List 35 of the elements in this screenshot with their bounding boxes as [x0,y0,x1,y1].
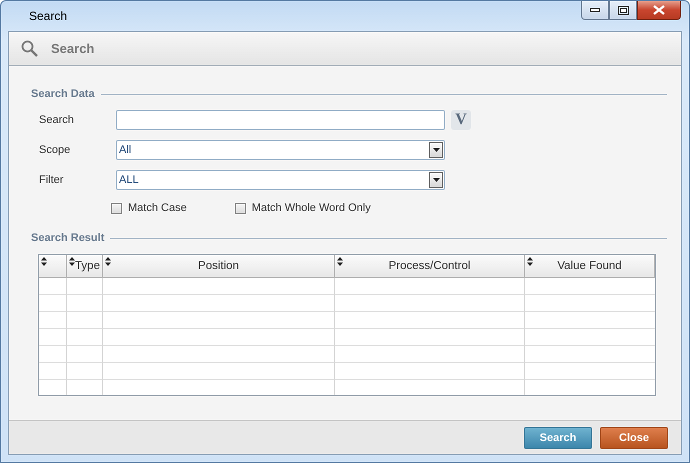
column-header[interactable]: Position [103,255,335,278]
sort-icon[interactable] [337,257,343,266]
dropdown-arrow-icon [432,148,440,152]
close-icon [653,5,665,15]
checkbox[interactable] [111,202,122,214]
sort-icon[interactable] [41,257,47,266]
dropdown[interactable]: ALL [116,170,445,190]
checkbox-label: Match Whole Word Only [252,202,371,214]
search-icon [21,40,38,57]
maximize-icon [618,6,628,14]
section-title: Search Data [31,88,95,100]
panel-title: Search [51,41,94,56]
column-header[interactable]: Value Found [525,255,655,278]
close-button[interactable]: Close [600,426,668,448]
field-label: Search [39,114,75,126]
sort-icon[interactable] [527,257,533,266]
close-button[interactable] [637,1,681,20]
checkbox-label: Match Case [128,202,187,214]
minimize-button[interactable] [581,1,609,20]
section-title: Search Result [31,232,104,244]
maximize-button[interactable] [609,1,637,20]
v-button[interactable]: V [451,110,471,130]
column-header[interactable] [39,255,67,278]
window-title: Search [29,8,68,22]
field-label: Scope [39,144,72,156]
dropdown-arrow-icon [432,178,440,182]
field-label: Filter [39,174,64,186]
column-header[interactable]: Type [67,255,103,278]
checkbox[interactable] [234,202,246,214]
sort-icon[interactable] [69,257,75,266]
column-header[interactable]: Process/Control [335,255,525,278]
search-field[interactable] [116,110,445,130]
minimize-icon [590,8,600,12]
sort-icon[interactable] [105,257,111,266]
dropdown[interactable]: All [116,140,445,160]
